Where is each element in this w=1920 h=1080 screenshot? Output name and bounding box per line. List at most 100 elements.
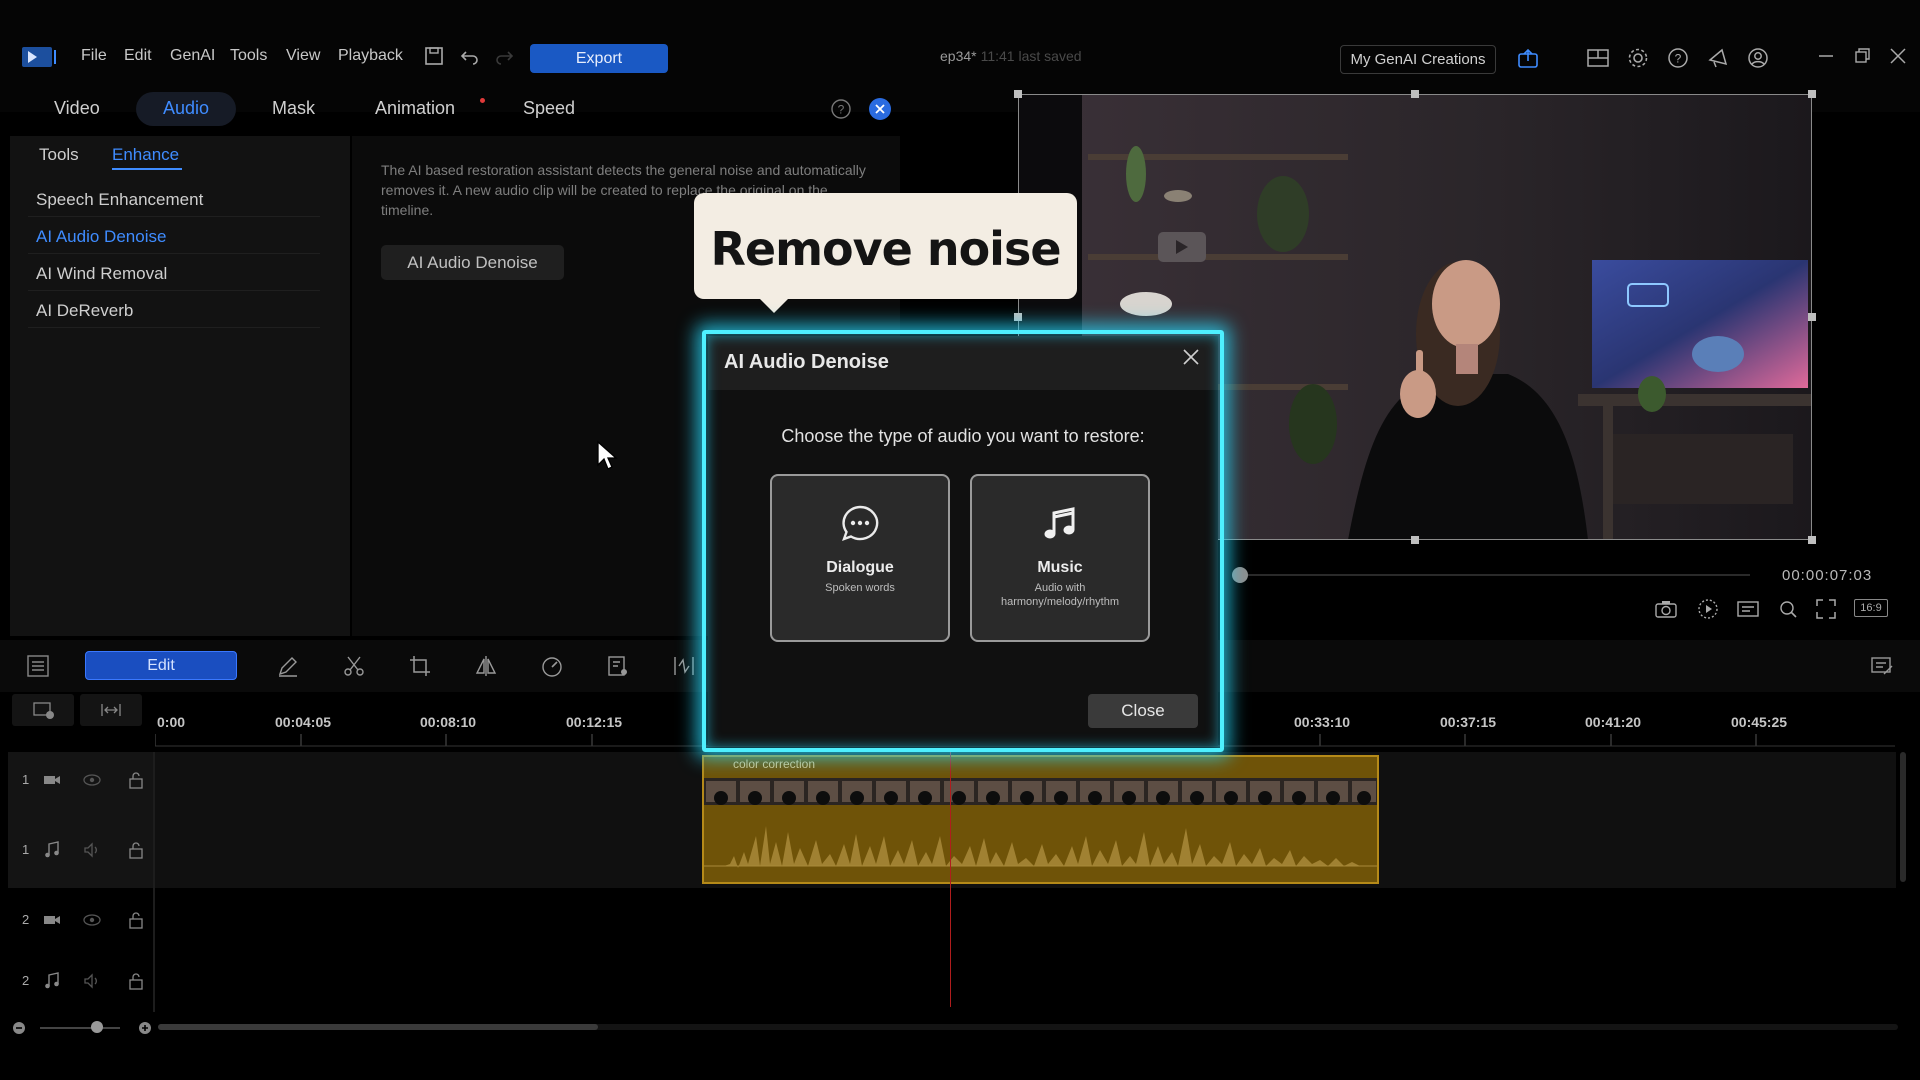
snapshot-icon[interactable] (1654, 597, 1678, 621)
tab-mask[interactable]: Mask (272, 98, 315, 119)
feature-ai-dereverb[interactable]: AI DeReverb (36, 301, 133, 321)
ruler-label: 00:08:10 (420, 714, 477, 730)
menu-playback[interactable]: Playback (338, 47, 403, 65)
project-title: ep34* 11:41 last saved (940, 48, 1082, 64)
speed-icon[interactable] (540, 654, 564, 678)
app-logo[interactable] (22, 46, 58, 68)
timeline-options-icon[interactable] (1870, 654, 1894, 678)
timeline-scrollbar-thumb[interactable] (158, 1024, 598, 1030)
resize-handle[interactable] (1014, 313, 1022, 321)
callout-tail (760, 299, 788, 313)
lock-icon[interactable] (126, 840, 146, 860)
saved-status: 11:41 last saved (980, 48, 1082, 64)
track-number: 1 (22, 842, 30, 857)
track-vertical-scrollbar[interactable] (1900, 752, 1906, 882)
announcement-icon[interactable] (1706, 46, 1730, 70)
subtitles-icon[interactable] (1736, 597, 1760, 621)
menu-view[interactable]: View (286, 47, 320, 65)
zoom-icon[interactable] (1776, 597, 1800, 621)
account-icon[interactable] (1746, 46, 1770, 70)
zoom-in-icon[interactable] (138, 1021, 152, 1035)
scissors-icon[interactable] (342, 654, 366, 678)
save-icon[interactable] (424, 46, 444, 66)
ruler-label: 00:45:25 (1731, 714, 1788, 730)
preview-scrub-bar[interactable] (1240, 574, 1750, 576)
undo-icon[interactable] (460, 46, 480, 66)
subtab-enhance[interactable]: Enhance (112, 145, 179, 165)
upload-icon[interactable] (1516, 46, 1540, 70)
help-icon[interactable]: ? (1666, 46, 1690, 70)
audio-tool-icon[interactable] (672, 654, 696, 678)
keyframe-icon[interactable] (606, 654, 630, 678)
eye-icon[interactable] (82, 910, 102, 930)
tab-audio[interactable]: Audio (163, 98, 209, 119)
close-window-icon[interactable] (1888, 46, 1908, 66)
clip-name: color correction (733, 757, 816, 771)
preview-quality-icon[interactable] (1696, 597, 1720, 621)
eye-icon[interactable] (82, 770, 102, 790)
fit-icon (101, 704, 121, 716)
layout-icon[interactable] (1586, 46, 1610, 70)
zoom-slider-knob[interactable] (91, 1021, 103, 1033)
lock-icon[interactable] (126, 971, 146, 991)
preview-scrub-knob[interactable] (1232, 567, 1248, 583)
my-genai-creations-button[interactable]: My GenAI Creations (1340, 45, 1496, 74)
divider (28, 253, 320, 254)
track-manager-button[interactable] (12, 694, 74, 726)
export-button[interactable]: Export (530, 44, 668, 73)
aspect-ratio-button[interactable]: 16:9 (1854, 599, 1888, 617)
subtab-underline (112, 168, 182, 170)
menu-edit[interactable]: Edit (124, 47, 152, 65)
resize-handle[interactable] (1808, 536, 1816, 544)
flip-icon[interactable] (474, 654, 498, 678)
feature-speech-enhancement[interactable]: Speech Enhancement (36, 190, 203, 210)
video-track-icon (42, 770, 62, 790)
mouse-cursor-icon (596, 440, 618, 472)
lock-icon[interactable] (126, 910, 146, 930)
filmstrip (706, 781, 1376, 805)
panel-close-icon[interactable] (868, 97, 892, 121)
feature-list-panel (10, 136, 350, 636)
speaker-icon[interactable] (82, 971, 102, 991)
audio-track-icon (42, 971, 62, 991)
resize-handle[interactable] (1411, 90, 1419, 98)
pen-icon[interactable] (276, 654, 300, 678)
fit-timeline-button[interactable] (80, 694, 142, 726)
zoom-slider[interactable] (40, 1027, 120, 1029)
redo-icon[interactable] (494, 46, 514, 66)
playhead[interactable] (950, 752, 951, 1007)
menu-genai[interactable]: GenAI (170, 47, 215, 65)
panel-help-icon[interactable]: ? (830, 98, 852, 120)
resize-handle[interactable] (1014, 90, 1022, 98)
callout-text: Remove noise (710, 222, 1061, 276)
feature-ai-wind-removal[interactable]: AI Wind Removal (36, 264, 167, 284)
svg-text:?: ? (1675, 52, 1682, 66)
minimize-icon[interactable] (1816, 46, 1836, 66)
restore-icon[interactable] (1852, 46, 1872, 66)
ruler-label: 00:04:05 (275, 714, 332, 730)
audio-track-icon (42, 840, 62, 860)
crop-icon[interactable] (408, 654, 432, 678)
ruler-label: 00:12:15 (566, 714, 623, 730)
zoom-out-icon[interactable] (12, 1021, 26, 1035)
timeline-settings-icon[interactable] (26, 654, 50, 678)
lock-icon[interactable] (126, 770, 146, 790)
resize-handle[interactable] (1411, 536, 1419, 544)
tab-animation[interactable]: Animation (375, 98, 455, 119)
feature-ai-audio-denoise[interactable]: AI Audio Denoise (36, 227, 166, 247)
menu-tools[interactable]: Tools (230, 47, 267, 65)
divider (28, 327, 320, 328)
tab-video[interactable]: Video (54, 98, 100, 119)
tab-speed[interactable]: Speed (523, 98, 575, 119)
svg-text:?: ? (838, 103, 845, 117)
resize-handle[interactable] (1808, 313, 1816, 321)
subtab-tools[interactable]: Tools (39, 145, 79, 165)
menu-file[interactable]: File (81, 47, 107, 65)
resize-handle[interactable] (1808, 90, 1816, 98)
speaker-icon[interactable] (82, 840, 102, 860)
ai-audio-denoise-button[interactable]: AI Audio Denoise (381, 245, 564, 280)
waveform-graphic (704, 826, 1377, 868)
gear-icon[interactable] (1626, 46, 1650, 70)
edit-button[interactable]: Edit (85, 651, 237, 680)
fullscreen-icon[interactable] (1814, 597, 1838, 621)
